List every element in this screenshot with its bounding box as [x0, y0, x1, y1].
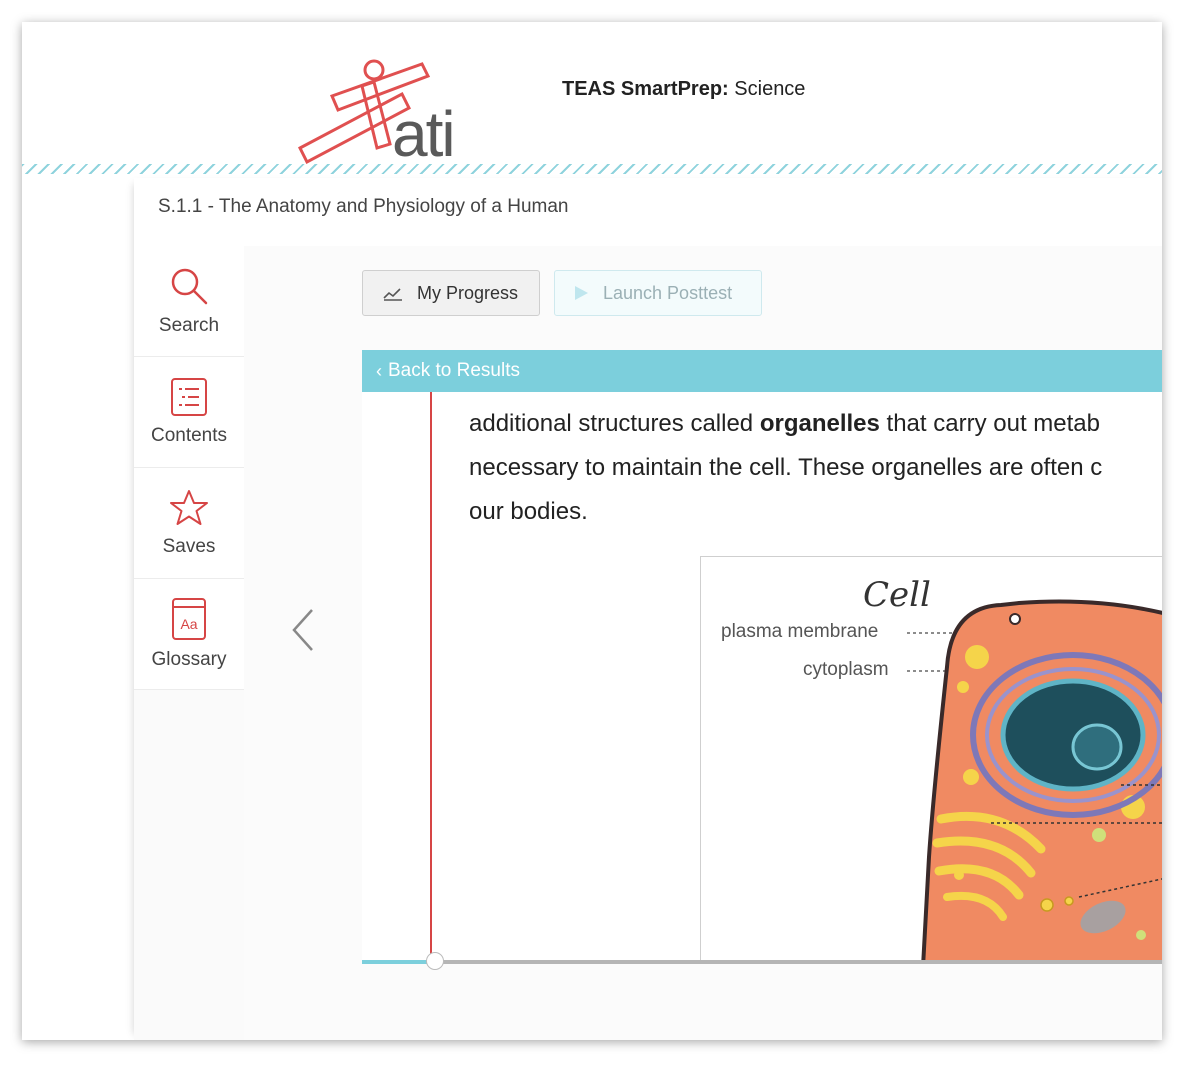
sidebar-item-label: Glossary — [151, 649, 227, 670]
my-progress-button[interactable]: My Progress — [362, 270, 540, 316]
sidebar: Search Contents Saves Aa Glossary — [134, 246, 244, 1040]
logo-text: ati — [392, 98, 454, 166]
term-organelles: organelles — [759, 410, 880, 437]
launch-posttest-label: Launch Posttest — [603, 282, 733, 303]
app-title: TEAS SmartPrep: Science — [562, 78, 805, 101]
svg-text:Aa: Aa — [180, 616, 197, 632]
chevron-left-icon[interactable] — [288, 606, 318, 654]
paragraph-line-3: our bodies. — [469, 498, 588, 525]
ati-logo: ati — [298, 59, 456, 166]
paragraph-line-1: additional structures called organelles … — [469, 410, 1100, 437]
trend-chart-icon — [383, 288, 402, 301]
app-frame: ati TEAS SmartPrep: Science S.1.1 - The … — [22, 22, 1162, 1040]
sidebar-item-search[interactable]: Search — [134, 246, 244, 357]
back-to-results-bar[interactable]: ‹ Back to Results — [362, 350, 1162, 392]
reading-pane[interactable]: additional structures called organelles … — [362, 392, 1162, 962]
cell-illustration — [907, 599, 1162, 962]
star-icon — [170, 490, 208, 525]
launch-posttest-button[interactable]: Launch Posttest — [554, 270, 762, 316]
sidebar-item-label: Contents — [150, 425, 228, 446]
back-to-results-label: Back to Results — [388, 360, 520, 381]
my-progress-label: My Progress — [417, 282, 519, 303]
subject-name: Science — [734, 78, 806, 100]
header-stripe — [22, 164, 1162, 174]
cell-diagram: Cell plasma membrane cytoplasm — [700, 556, 1162, 962]
chevron-left-small-icon: ‹ — [376, 360, 382, 381]
sidebar-item-contents[interactable]: Contents — [134, 357, 244, 468]
sidebar-item-saves[interactable]: Saves — [134, 468, 244, 579]
sidebar-item-label: Saves — [162, 536, 216, 557]
reading-progress-fill — [362, 960, 432, 964]
paragraph-line-2: necessary to maintain the cell. These or… — [469, 454, 1103, 481]
reading-progress-handle[interactable] — [426, 952, 444, 970]
play-icon — [575, 286, 588, 300]
reading-progress-track[interactable] — [362, 952, 1162, 970]
book-icon: Aa — [172, 598, 206, 640]
list-icon — [171, 378, 207, 416]
content-area: My Progress Launch Posttest ‹ Back to Re… — [244, 246, 1162, 1040]
product-name: TEAS SmartPrep: — [562, 78, 729, 100]
sidebar-item-glossary[interactable]: Aa Glossary — [134, 579, 244, 690]
search-icon — [171, 268, 208, 305]
lesson-paragraph: additional structures called organelles … — [469, 402, 1162, 534]
header: ati TEAS SmartPrep: Science — [22, 22, 1162, 174]
breadcrumb: S.1.1 - The Anatomy and Physiology of a … — [158, 196, 569, 217]
sidebar-item-label: Search — [158, 315, 220, 336]
margin-line — [430, 392, 432, 962]
lesson-panel: S.1.1 - The Anatomy and Physiology of a … — [134, 178, 1162, 1040]
